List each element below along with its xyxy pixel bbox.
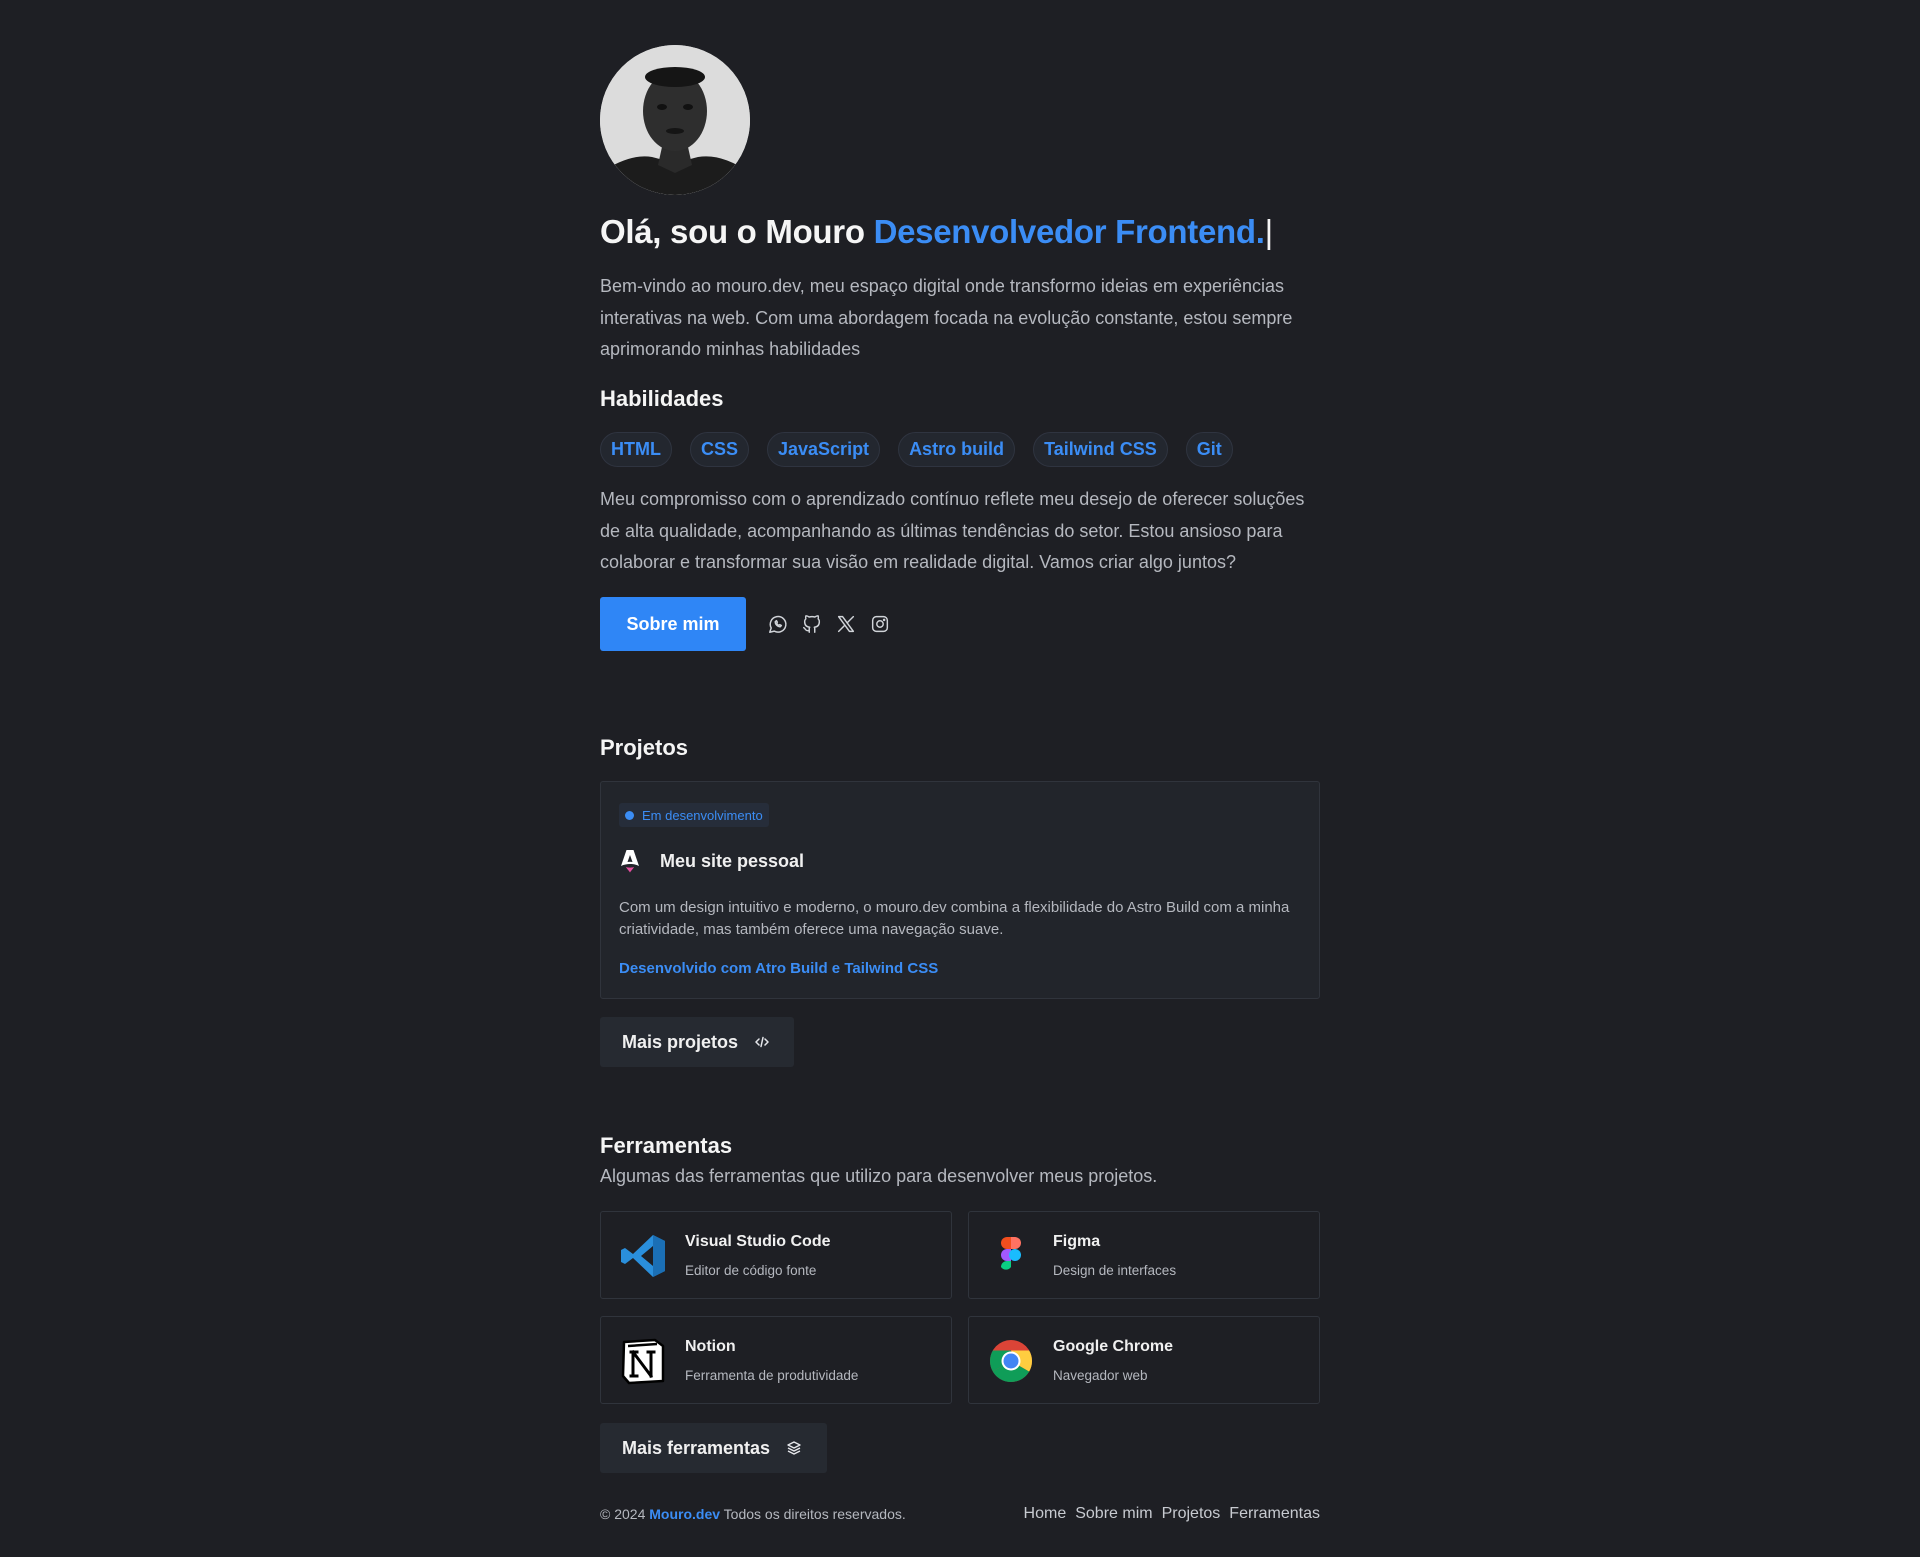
vscode-icon bbox=[621, 1235, 665, 1277]
notion-icon bbox=[621, 1338, 665, 1385]
x-icon[interactable] bbox=[829, 607, 863, 641]
intro-paragraph: Bem-vindo ao mouro.dev, meu espaço digit… bbox=[600, 276, 1293, 359]
tool-name: Visual Studio Code bbox=[685, 1233, 831, 1250]
tool-card-notion[interactable]: Notion Ferramenta de produtividade bbox=[600, 1316, 952, 1404]
avatar bbox=[600, 45, 750, 195]
skill-tag: CSS bbox=[689, 432, 749, 467]
cta-row: Sobre mim bbox=[600, 597, 897, 651]
typing-caret: | bbox=[1264, 213, 1274, 250]
tool-description: Design de interfaces bbox=[1053, 1263, 1177, 1278]
tool-description: Ferramenta de produtividade bbox=[685, 1368, 859, 1383]
copyright-suffix: Todos os direitos reservados. bbox=[720, 1506, 906, 1522]
tool-description: Editor de código fonte bbox=[685, 1263, 817, 1278]
footer-link-home[interactable]: Home bbox=[1024, 1505, 1067, 1523]
project-card[interactable]: Em desenvolvimento Meu site pessoal Com … bbox=[600, 781, 1320, 999]
skill-tag: JavaScript bbox=[767, 432, 881, 467]
code-icon bbox=[754, 1034, 770, 1050]
github-icon[interactable] bbox=[795, 607, 829, 641]
layers-icon bbox=[786, 1440, 802, 1456]
project-title-row: Meu site pessoal bbox=[619, 848, 804, 874]
project-description: Com um design intuitivo e moderno, o mou… bbox=[619, 899, 1290, 938]
commitment-paragraph: Meu compromisso com o aprendizado contín… bbox=[600, 489, 1305, 572]
more-tools-label: Mais ferramentas bbox=[622, 1437, 771, 1458]
tool-name: Google Chrome bbox=[1053, 1338, 1174, 1355]
hero-title-accent: Desenvolvedor Frontend. bbox=[873, 213, 1265, 250]
chrome-icon bbox=[989, 1340, 1033, 1383]
status-badge-label: Em desenvolvimento bbox=[642, 807, 763, 823]
page: Olá, sou o Mouro Desenvolvedor Frontend.… bbox=[0, 0, 1920, 1557]
skill-tag: Git bbox=[1185, 432, 1233, 467]
status-badge: Em desenvolvimento bbox=[619, 803, 769, 827]
tool-card-vscode[interactable]: Visual Studio Code Editor de código font… bbox=[600, 1211, 952, 1299]
tool-name: Figma bbox=[1053, 1233, 1101, 1250]
skills-list: HTML CSS JavaScript Astro build Tailwind… bbox=[600, 432, 1233, 467]
skill-tag: Tailwind CSS bbox=[1033, 432, 1168, 467]
skill-tag: HTML bbox=[600, 432, 672, 467]
tool-name: Notion bbox=[685, 1338, 736, 1355]
footer-link-about[interactable]: Sobre mim bbox=[1075, 1505, 1152, 1523]
project-title: Meu site pessoal bbox=[660, 850, 805, 871]
skill-tag: Astro build bbox=[898, 432, 1016, 467]
whatsapp-icon[interactable] bbox=[761, 607, 795, 641]
tools-subtitle: Algumas das ferramentas que utilizo para… bbox=[600, 1166, 1158, 1186]
copyright-prefix: © 2024 bbox=[600, 1506, 650, 1522]
more-tools-button[interactable]: Mais ferramentas bbox=[600, 1423, 827, 1473]
projects-heading: Projetos bbox=[600, 735, 689, 760]
footer-link-projects[interactable]: Projetos bbox=[1162, 1505, 1221, 1523]
more-projects-label: Mais projetos bbox=[622, 1031, 739, 1052]
footer-nav: Home Sobre mim Projetos Ferramentas bbox=[1024, 1505, 1320, 1523]
astro-logo-icon bbox=[621, 850, 639, 873]
tool-card-figma[interactable]: Figma Design de interfaces bbox=[968, 1211, 1320, 1299]
hero-title: Olá, sou o Mouro Desenvolvedor Frontend.… bbox=[600, 213, 1273, 251]
instagram-icon[interactable] bbox=[863, 607, 897, 641]
brand-link[interactable]: Mouro.dev bbox=[649, 1506, 720, 1522]
tool-card-chrome[interactable]: Google Chrome Navegador web bbox=[968, 1316, 1320, 1404]
avatar-photo bbox=[600, 45, 750, 195]
about-me-button[interactable]: Sobre mim bbox=[600, 597, 746, 651]
figma-icon bbox=[1001, 1237, 1021, 1270]
skills-heading: Habilidades bbox=[600, 386, 724, 411]
footer-link-tools[interactable]: Ferramentas bbox=[1229, 1505, 1320, 1523]
copyright: © 2024 Mouro.dev Todos os direitos reser… bbox=[600, 1506, 906, 1522]
project-tech-link[interactable]: Desenvolvido com Atro Build e Tailwind C… bbox=[619, 960, 938, 977]
hero-title-plain: Olá, sou o Mouro bbox=[600, 213, 874, 250]
status-dot-icon bbox=[625, 810, 634, 820]
footer: © 2024 Mouro.dev Todos os direitos reser… bbox=[600, 1505, 1320, 1523]
tools-heading: Ferramentas bbox=[600, 1133, 733, 1158]
more-projects-button[interactable]: Mais projetos bbox=[600, 1017, 794, 1067]
tool-description: Navegador web bbox=[1053, 1368, 1148, 1383]
